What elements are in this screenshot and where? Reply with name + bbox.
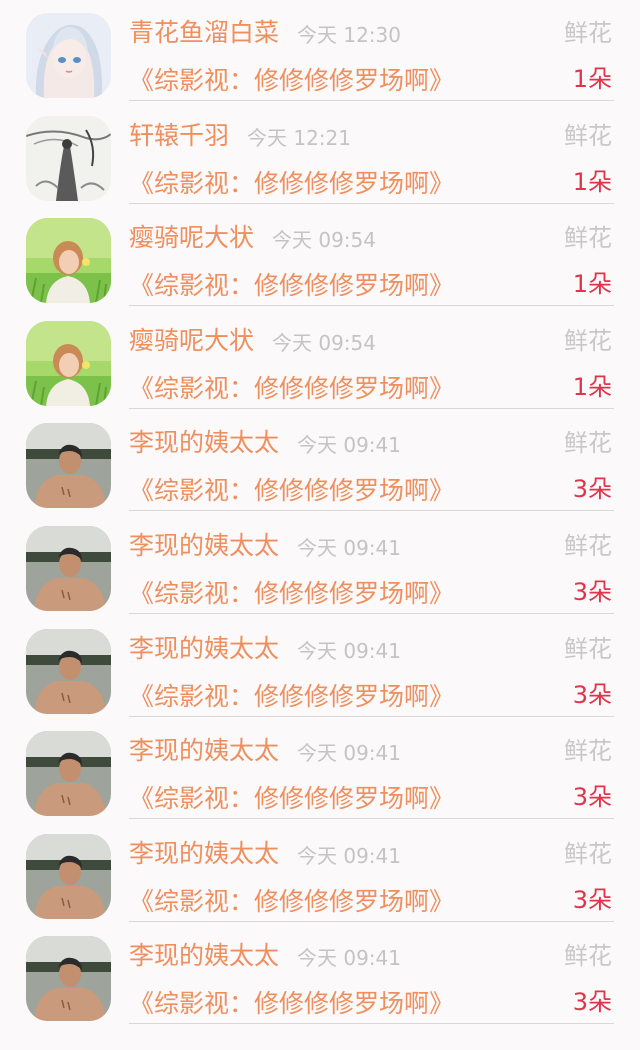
gift-type-label: 鲜花 [564, 19, 612, 47]
gift-record-row[interactable]: 瘿骑呢大状 今天 09:54 鲜花《综影视：修修修修罗场啊》 1朵 [0, 308, 640, 410]
row-divider [129, 920, 614, 922]
gift-type-label: 鲜花 [564, 326, 612, 355]
ink-painting-avatar[interactable] [26, 115, 111, 201]
username-label[interactable]: 青花鱼溜白菜 [129, 16, 279, 50]
girl-in-grass-avatar[interactable] [26, 320, 111, 406]
gift-count-label: 1朵 [572, 65, 612, 93]
timestamp-label: 今天 09:41 [297, 433, 401, 458]
timestamp-label: 今天 09:54 [272, 228, 376, 253]
book-title-link[interactable]: 《综影视：修修修修罗场啊》 [129, 987, 454, 1021]
gift-type-label: 鲜花 [564, 634, 612, 663]
gift-count-label: 1朵 [572, 270, 612, 299]
username-label[interactable]: 李现的姨太太 [129, 529, 279, 563]
man-portrait-avatar[interactable] [26, 731, 111, 817]
gift-record-row[interactable]: 李现的姨太太 今天 09:41 鲜花《综影视：修修修修罗场啊》 3朵 [0, 923, 640, 1025]
timestamp-label: 今天 09:41 [297, 946, 401, 971]
username-label[interactable]: 李现的姨太太 [129, 734, 279, 768]
username-label[interactable]: 瘿骑呢大状 [129, 221, 254, 255]
gift-count-label: 3朵 [572, 475, 612, 504]
book-title-link[interactable]: 《综影视：修修修修罗场啊》 [129, 885, 454, 919]
username-label[interactable]: 李现的姨太太 [129, 632, 279, 666]
gift-type-label: 鲜花 [564, 429, 612, 458]
book-title-link[interactable]: 《综影视：修修修修罗场啊》 [129, 474, 454, 508]
book-title-link[interactable]: 《综影视：修修修修罗场啊》 [129, 577, 454, 611]
book-title-link[interactable]: 《综影视：修修修修罗场啊》 [129, 680, 454, 714]
gift-type-label: 鲜花 [564, 532, 612, 560]
gift-count-label: 3朵 [572, 578, 612, 606]
timestamp-label: 今天 09:41 [297, 536, 401, 560]
gift-record-row[interactable]: 轩辕千羽 今天 12:21 鲜花《综影视：修修修修罗场啊》 1朵 [0, 103, 640, 205]
timestamp-label: 今天 12:30 [297, 23, 401, 47]
gift-type-label: 鲜花 [564, 737, 612, 766]
gift-count-label: 3朵 [572, 988, 612, 1017]
man-portrait-avatar[interactable] [26, 423, 111, 509]
row-divider [129, 305, 614, 307]
timestamp-label: 今天 09:41 [297, 741, 401, 766]
row-divider [129, 407, 614, 409]
row-divider [129, 1023, 614, 1025]
gift-count-label: 1朵 [572, 372, 612, 401]
row-divider [129, 202, 614, 204]
gift-count-label: 3朵 [572, 783, 612, 812]
girl-in-grass-avatar[interactable] [26, 218, 111, 304]
book-title-link[interactable]: 《综影视：修修修修罗场啊》 [129, 372, 454, 406]
gift-record-list: 青花鱼溜白菜 今天 12:30 鲜花 《综影视：修修修修罗场啊》 1朵 轩辕千羽 今天 1… [0, 0, 640, 1050]
gift-record-row[interactable]: 李现的姨太太 今天 09:41 鲜花《综影视：修修修修罗场啊》 3朵 [0, 821, 640, 923]
gift-record-row[interactable]: 李现的姨太太 今天 09:41 鲜花《综影视：修修修修罗场啊》 3朵 [0, 718, 640, 820]
row-divider [129, 613, 614, 614]
timestamp-label: 今天 09:41 [297, 843, 401, 868]
man-portrait-avatar[interactable] [26, 936, 111, 1022]
username-label[interactable]: 轩辕千羽 [129, 119, 229, 153]
book-title-link[interactable]: 《综影视：修修修修罗场啊》 [129, 64, 454, 98]
book-title-link[interactable]: 《综影视：修修修修罗场啊》 [129, 782, 454, 816]
username-label[interactable]: 瘿骑呢大状 [129, 324, 254, 358]
gift-record-row[interactable]: 瘿骑呢大状 今天 09:54 鲜花《综影视：修修修修罗场啊》 1朵 [0, 205, 640, 307]
gift-type-label: 鲜花 [564, 224, 612, 253]
gift-record-row[interactable]: 李现的姨太太 今天 09:41 鲜花《综影视：修修修修罗场啊》 3朵 [0, 513, 640, 615]
gift-count-label: 3朵 [572, 680, 612, 709]
gift-count-label: 1朵 [572, 167, 612, 196]
username-label[interactable]: 李现的姨太太 [129, 939, 279, 973]
row-divider [129, 510, 614, 512]
gift-type-label: 鲜花 [564, 839, 612, 868]
row-divider [129, 715, 614, 717]
username-label[interactable]: 李现的姨太太 [129, 426, 279, 460]
anime-elf-avatar[interactable] [26, 13, 111, 98]
gift-record-row[interactable]: 李现的姨太太 今天 09:41 鲜花《综影视：修修修修罗场啊》 3朵 [0, 410, 640, 512]
gift-type-label: 鲜花 [564, 121, 612, 150]
book-title-link[interactable]: 《综影视：修修修修罗场啊》 [129, 167, 454, 201]
row-divider [129, 818, 614, 820]
row-divider [129, 100, 614, 101]
book-title-link[interactable]: 《综影视：修修修修罗场啊》 [129, 269, 454, 303]
username-label[interactable]: 李现的姨太太 [129, 837, 279, 871]
gift-record-row[interactable]: 青花鱼溜白菜 今天 12:30 鲜花《综影视：修修修修罗场啊》 1朵 [0, 0, 640, 102]
man-portrait-avatar[interactable] [26, 628, 111, 714]
timestamp-label: 今天 12:21 [247, 125, 351, 150]
gift-record-row[interactable]: 李现的姨太太 今天 09:41 鲜花《综影视：修修修修罗场啊》 3朵 [0, 616, 640, 718]
gift-count-label: 3朵 [572, 885, 612, 914]
man-portrait-avatar[interactable] [26, 526, 111, 611]
timestamp-label: 今天 09:41 [297, 638, 401, 663]
man-portrait-avatar[interactable] [26, 833, 111, 919]
timestamp-label: 今天 09:54 [272, 330, 376, 355]
gift-type-label: 鲜花 [564, 942, 612, 971]
